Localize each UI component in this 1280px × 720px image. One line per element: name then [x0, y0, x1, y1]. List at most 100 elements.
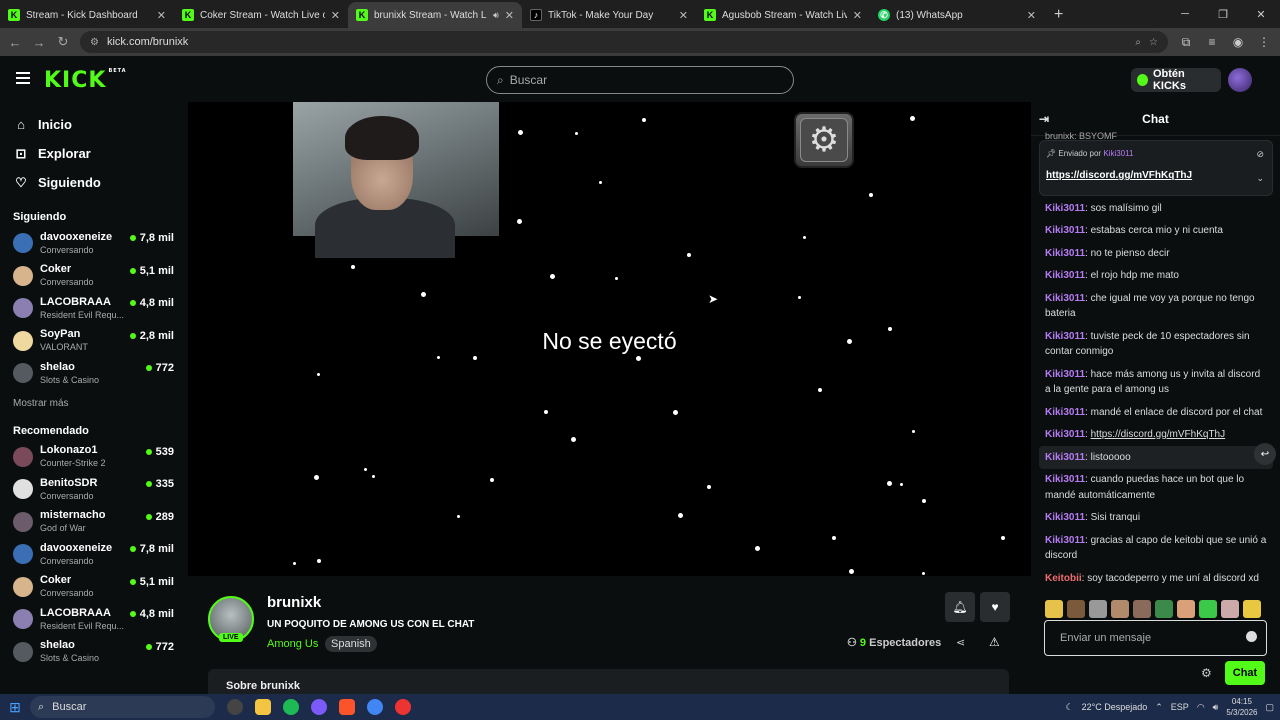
chat-username[interactable]: Kiki3011	[1045, 429, 1085, 440]
notifications-icon[interactable]: ▢	[1265, 702, 1274, 713]
sidebar-channel[interactable]: LACOBRAAA Resident Evil Requ... 4,8 mil	[0, 603, 188, 636]
chat-link[interactable]: https://discord.gg/mVFhKqThJ	[1091, 429, 1226, 440]
taskbar-search[interactable]: ⌕ Buscar	[30, 696, 215, 718]
emoji-icon[interactable]	[1246, 631, 1257, 642]
emote-icon[interactable]	[1045, 600, 1063, 618]
sidebar-channel[interactable]: shelao Slots & Casino 772	[0, 357, 188, 390]
send-chat-button[interactable]: Chat	[1225, 661, 1265, 685]
close-tab-icon[interactable]: ✕	[505, 9, 514, 22]
file-explorer-icon[interactable]	[255, 699, 271, 715]
sidebar-channel[interactable]: shelao Slots & Casino 772	[0, 636, 188, 669]
bookmark-star-icon[interactable]: ☆	[1149, 37, 1158, 48]
menu-icon[interactable]: ⋮	[1256, 35, 1272, 49]
report-warning-icon[interactable]: ⚠	[989, 635, 1000, 649]
sidebar-nav-siguiendo[interactable]: ♡ Siguiendo	[0, 168, 188, 197]
chat-username[interactable]: Kiki3011	[1045, 452, 1085, 463]
notification-bell-button[interactable]: 🔔︎	[945, 592, 975, 622]
chat-settings-icon[interactable]: ⚙	[1201, 666, 1212, 680]
windows-start-icon[interactable]: ⊞	[0, 699, 30, 716]
brave-icon[interactable]	[339, 699, 355, 715]
audio-playing-icon[interactable]: 🔊︎	[493, 10, 499, 21]
chat-username[interactable]: Kiki3011	[1045, 203, 1085, 214]
close-tab-icon[interactable]: ✕	[853, 9, 862, 22]
extensions-icon[interactable]: ⧉	[1178, 35, 1194, 50]
close-tab-icon[interactable]: ✕	[157, 9, 166, 22]
sidebar-channel[interactable]: Coker Conversando 5,1 mil	[0, 260, 188, 293]
sidebar-nav-explorar[interactable]: ⊡ Explorar	[0, 139, 188, 168]
forward-icon[interactable]: →	[32, 35, 46, 50]
scroll-to-latest-icon[interactable]: ↩	[1254, 443, 1276, 465]
restore-icon[interactable]: ❐	[1204, 0, 1242, 28]
emote-icon[interactable]	[1133, 600, 1151, 618]
share-icon[interactable]: ⋖	[956, 636, 965, 649]
chat-username[interactable]: Kiki3011	[1045, 512, 1085, 523]
reload-icon[interactable]: ↻	[56, 34, 70, 50]
close-tab-icon[interactable]: ✕	[331, 9, 340, 22]
chat-username[interactable]: Kiki3011	[1045, 248, 1085, 259]
close-tab-icon[interactable]: ✕	[1027, 9, 1036, 22]
browser-tab[interactable]: ♪ TikTok - Make Your Day ✕	[522, 2, 696, 28]
url-field[interactable]: ⚙ kick.com/brunixk ⌕ ☆	[80, 31, 1168, 53]
video-player[interactable]: ⚙ No se eyectó ➤	[188, 102, 1031, 576]
spotify-icon[interactable]	[283, 699, 299, 715]
new-tab-icon[interactable]: +	[1044, 2, 1073, 28]
emote-icon[interactable]	[1243, 600, 1261, 618]
browser-tab[interactable]: K Agusbob Stream - Watch Live o ✕	[696, 2, 870, 28]
hide-pin-icon[interactable]: ⊘	[1256, 149, 1264, 160]
chat-username[interactable]: Keitobii	[1045, 573, 1082, 584]
discord-icon[interactable]	[311, 699, 327, 715]
emote-icon[interactable]	[1089, 600, 1107, 618]
volume-icon[interactable]: 🔊︎	[1213, 702, 1219, 713]
collapse-chat-icon[interactable]: ⇥	[1039, 112, 1049, 126]
chat-username[interactable]: Kiki3011	[1045, 293, 1085, 304]
language-tag[interactable]: Spanish	[325, 636, 377, 652]
chat-username[interactable]: Kiki3011	[1045, 331, 1085, 342]
emote-icon[interactable]	[1199, 600, 1217, 618]
sidebar-channel[interactable]: misternacho God of War 289	[0, 506, 188, 539]
back-icon[interactable]: ←	[8, 35, 22, 50]
media-icon[interactable]: ≡	[1204, 35, 1220, 49]
chat-username[interactable]: Kiki3011	[1045, 225, 1085, 236]
browser-tab[interactable]: Kbrunixk Stream - Watch Live 🔊︎ ✕	[348, 2, 522, 28]
category-link[interactable]: Among Us	[267, 638, 318, 650]
close-tab-icon[interactable]: ✕	[679, 9, 688, 22]
sidebar-channel[interactable]: davooxeneize Conversando 7,8 mil	[0, 227, 188, 260]
streamer-name[interactable]: brunixk	[267, 594, 321, 611]
clock[interactable]: 04:15 5/3/2026	[1226, 696, 1257, 718]
browser-tab[interactable]: K Coker Stream - Watch Live on K ✕	[174, 2, 348, 28]
sidebar-channel[interactable]: SoyPan VALORANT 2,8 mil	[0, 325, 188, 358]
sidebar-channel[interactable]: davooxeneize Conversando 7,8 mil	[0, 538, 188, 571]
emote-icon[interactable]	[1221, 600, 1239, 618]
chat-username[interactable]: Kiki3011	[1045, 407, 1085, 418]
get-kicks-button[interactable]: Obtén KICKs	[1131, 68, 1221, 92]
profile-icon[interactable]: ◉	[1230, 35, 1246, 49]
kick-logo[interactable]: KICK BETA	[44, 68, 127, 93]
emote-icon[interactable]	[1067, 600, 1085, 618]
site-info-icon[interactable]: ⚙	[90, 37, 99, 48]
browser-tab[interactable]: ✆ (13) WhatsApp ✕	[870, 2, 1044, 28]
emote-icon[interactable]	[1177, 600, 1195, 618]
task-view-icon[interactable]	[227, 699, 243, 715]
zoom-icon[interactable]: ⌕	[1135, 37, 1141, 48]
chrome-icon[interactable]	[367, 699, 383, 715]
sidebar-nav-inicio[interactable]: ⌂ Inicio	[0, 110, 188, 139]
emote-icon[interactable]	[1155, 600, 1173, 618]
browser-tab[interactable]: K Stream - Kick Dashboard ✕	[0, 2, 174, 28]
chat-username[interactable]: Kiki3011	[1045, 474, 1085, 485]
sidebar-channel[interactable]: Lokonazo1 Counter-Strike 2 539	[0, 441, 188, 474]
sidebar-channel[interactable]: LACOBRAAA Resident Evil Requ... 4,8 mil	[0, 292, 188, 325]
obs-icon[interactable]	[395, 699, 411, 715]
show-more-link[interactable]: Mostrar más	[0, 398, 188, 409]
chat-input[interactable]: Enviar un mensaje	[1044, 620, 1267, 656]
tray-chevron-icon[interactable]: ⌃	[1155, 702, 1163, 713]
hamburger-menu-icon[interactable]	[16, 72, 30, 84]
follow-button[interactable]: ♥	[980, 592, 1010, 622]
user-avatar[interactable]	[1228, 68, 1252, 92]
pinned-link[interactable]: https://discord.gg/mVFhKqThJ	[1046, 170, 1192, 181]
minimize-icon[interactable]: ─	[1166, 0, 1204, 28]
sidebar-channel[interactable]: Coker Conversando 5,1 mil	[0, 571, 188, 604]
expand-pin-chevron-icon[interactable]: ⌄	[1256, 173, 1264, 184]
sidebar-channel[interactable]: BenitoSDR Conversando 335	[0, 473, 188, 506]
wifi-icon[interactable]: ◠	[1197, 702, 1205, 713]
chat-username[interactable]: Kiki3011	[1045, 270, 1085, 281]
